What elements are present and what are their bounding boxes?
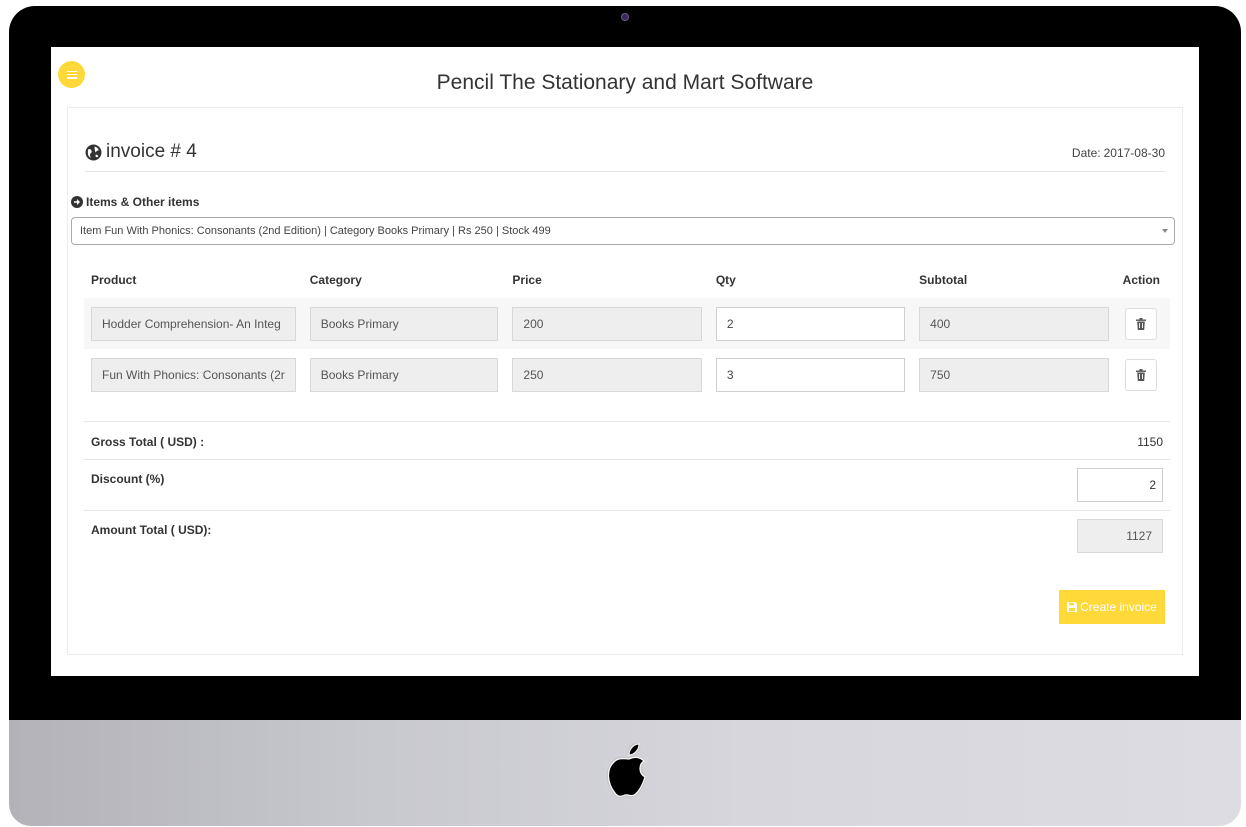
delete-row-button[interactable]: [1125, 307, 1157, 340]
gross-total-value: 1150: [1137, 435, 1163, 449]
camera-icon: [621, 13, 629, 21]
item-select-value: Item Fun With Phonics: Consonants (2nd E…: [80, 225, 551, 237]
app-screen: Pencil The Stationary and Mart Software …: [51, 47, 1199, 676]
trash-icon: [1136, 317, 1146, 330]
invoice-date-value: 2017-08-30: [1103, 146, 1165, 160]
item-select[interactable]: Item Fun With Phonics: Consonants (2nd E…: [71, 217, 1175, 245]
col-header-subtotal: Subtotal: [919, 273, 968, 287]
amount-total-row: Amount Total ( USD): 1127: [84, 510, 1170, 560]
chevron-down-icon: [1162, 229, 1168, 233]
table-row: Fun With Phonics: Consonants (2r Books P…: [84, 349, 1170, 400]
col-header-price: Price: [512, 273, 542, 287]
items-table: Product Category Price Qty Subtotal Acti…: [84, 262, 1170, 400]
col-header-category: Category: [309, 273, 362, 287]
table-header-row: Product Category Price Qty Subtotal Acti…: [84, 262, 1170, 298]
col-header-action: Action: [1122, 273, 1160, 287]
create-invoice-button[interactable]: Create invoice: [1059, 590, 1165, 624]
category-field: Books Primary: [309, 306, 499, 341]
product-field: Hodder Comprehension- An Integ: [91, 306, 296, 341]
invoice-date: Date: 2017-08-30: [1069, 146, 1165, 160]
divider: [85, 171, 1165, 172]
monitor-chin: [9, 720, 1241, 826]
category-field: Books Primary: [309, 357, 499, 392]
invoice-heading: invoice # 4: [85, 141, 197, 163]
amount-total-label: Amount Total ( USD):: [91, 523, 212, 537]
invoice-title: invoice # 4: [106, 141, 197, 162]
table-row: Hodder Comprehension- An Integ Books Pri…: [84, 298, 1170, 349]
col-header-product: Product: [91, 273, 137, 287]
circle-arrow-right-icon: [71, 196, 83, 208]
items-label-text: Items & Other items: [86, 195, 200, 209]
qty-input[interactable]: 2: [715, 306, 906, 341]
monitor-frame: Pencil The Stationary and Mart Software …: [9, 6, 1241, 826]
subtotal-field: 750: [919, 357, 1109, 392]
invoice-date-label: Date:: [1071, 146, 1101, 160]
col-header-qty: Qty: [715, 273, 736, 287]
qty-input[interactable]: 3: [715, 357, 906, 392]
apple-logo: [607, 743, 646, 797]
product-field: Fun With Phonics: Consonants (2r: [91, 357, 296, 392]
discount-input[interactable]: 2: [1077, 468, 1163, 502]
monitor-bezel: Pencil The Stationary and Mart Software …: [9, 6, 1241, 722]
price-field: 250: [512, 357, 702, 392]
gross-total-row: Gross Total ( USD) : 1150: [84, 421, 1170, 459]
amount-total-value: 1127: [1077, 519, 1163, 553]
items-section-label: Items & Other items: [71, 195, 199, 209]
create-invoice-label: Create invoice: [1080, 600, 1157, 614]
delete-row-button[interactable]: [1125, 358, 1157, 391]
floppy-disk-icon: [1067, 602, 1078, 612]
app-title: Pencil The Stationary and Mart Software: [436, 71, 814, 94]
discount-row: Discount (%) 2: [84, 459, 1170, 510]
globe-icon: [85, 144, 102, 160]
price-field: 200: [512, 306, 702, 341]
trash-icon: [1136, 368, 1146, 381]
discount-label: Discount (%): [91, 472, 165, 486]
subtotal-field: 400: [919, 306, 1109, 341]
gross-total-label: Gross Total ( USD) :: [91, 435, 205, 449]
